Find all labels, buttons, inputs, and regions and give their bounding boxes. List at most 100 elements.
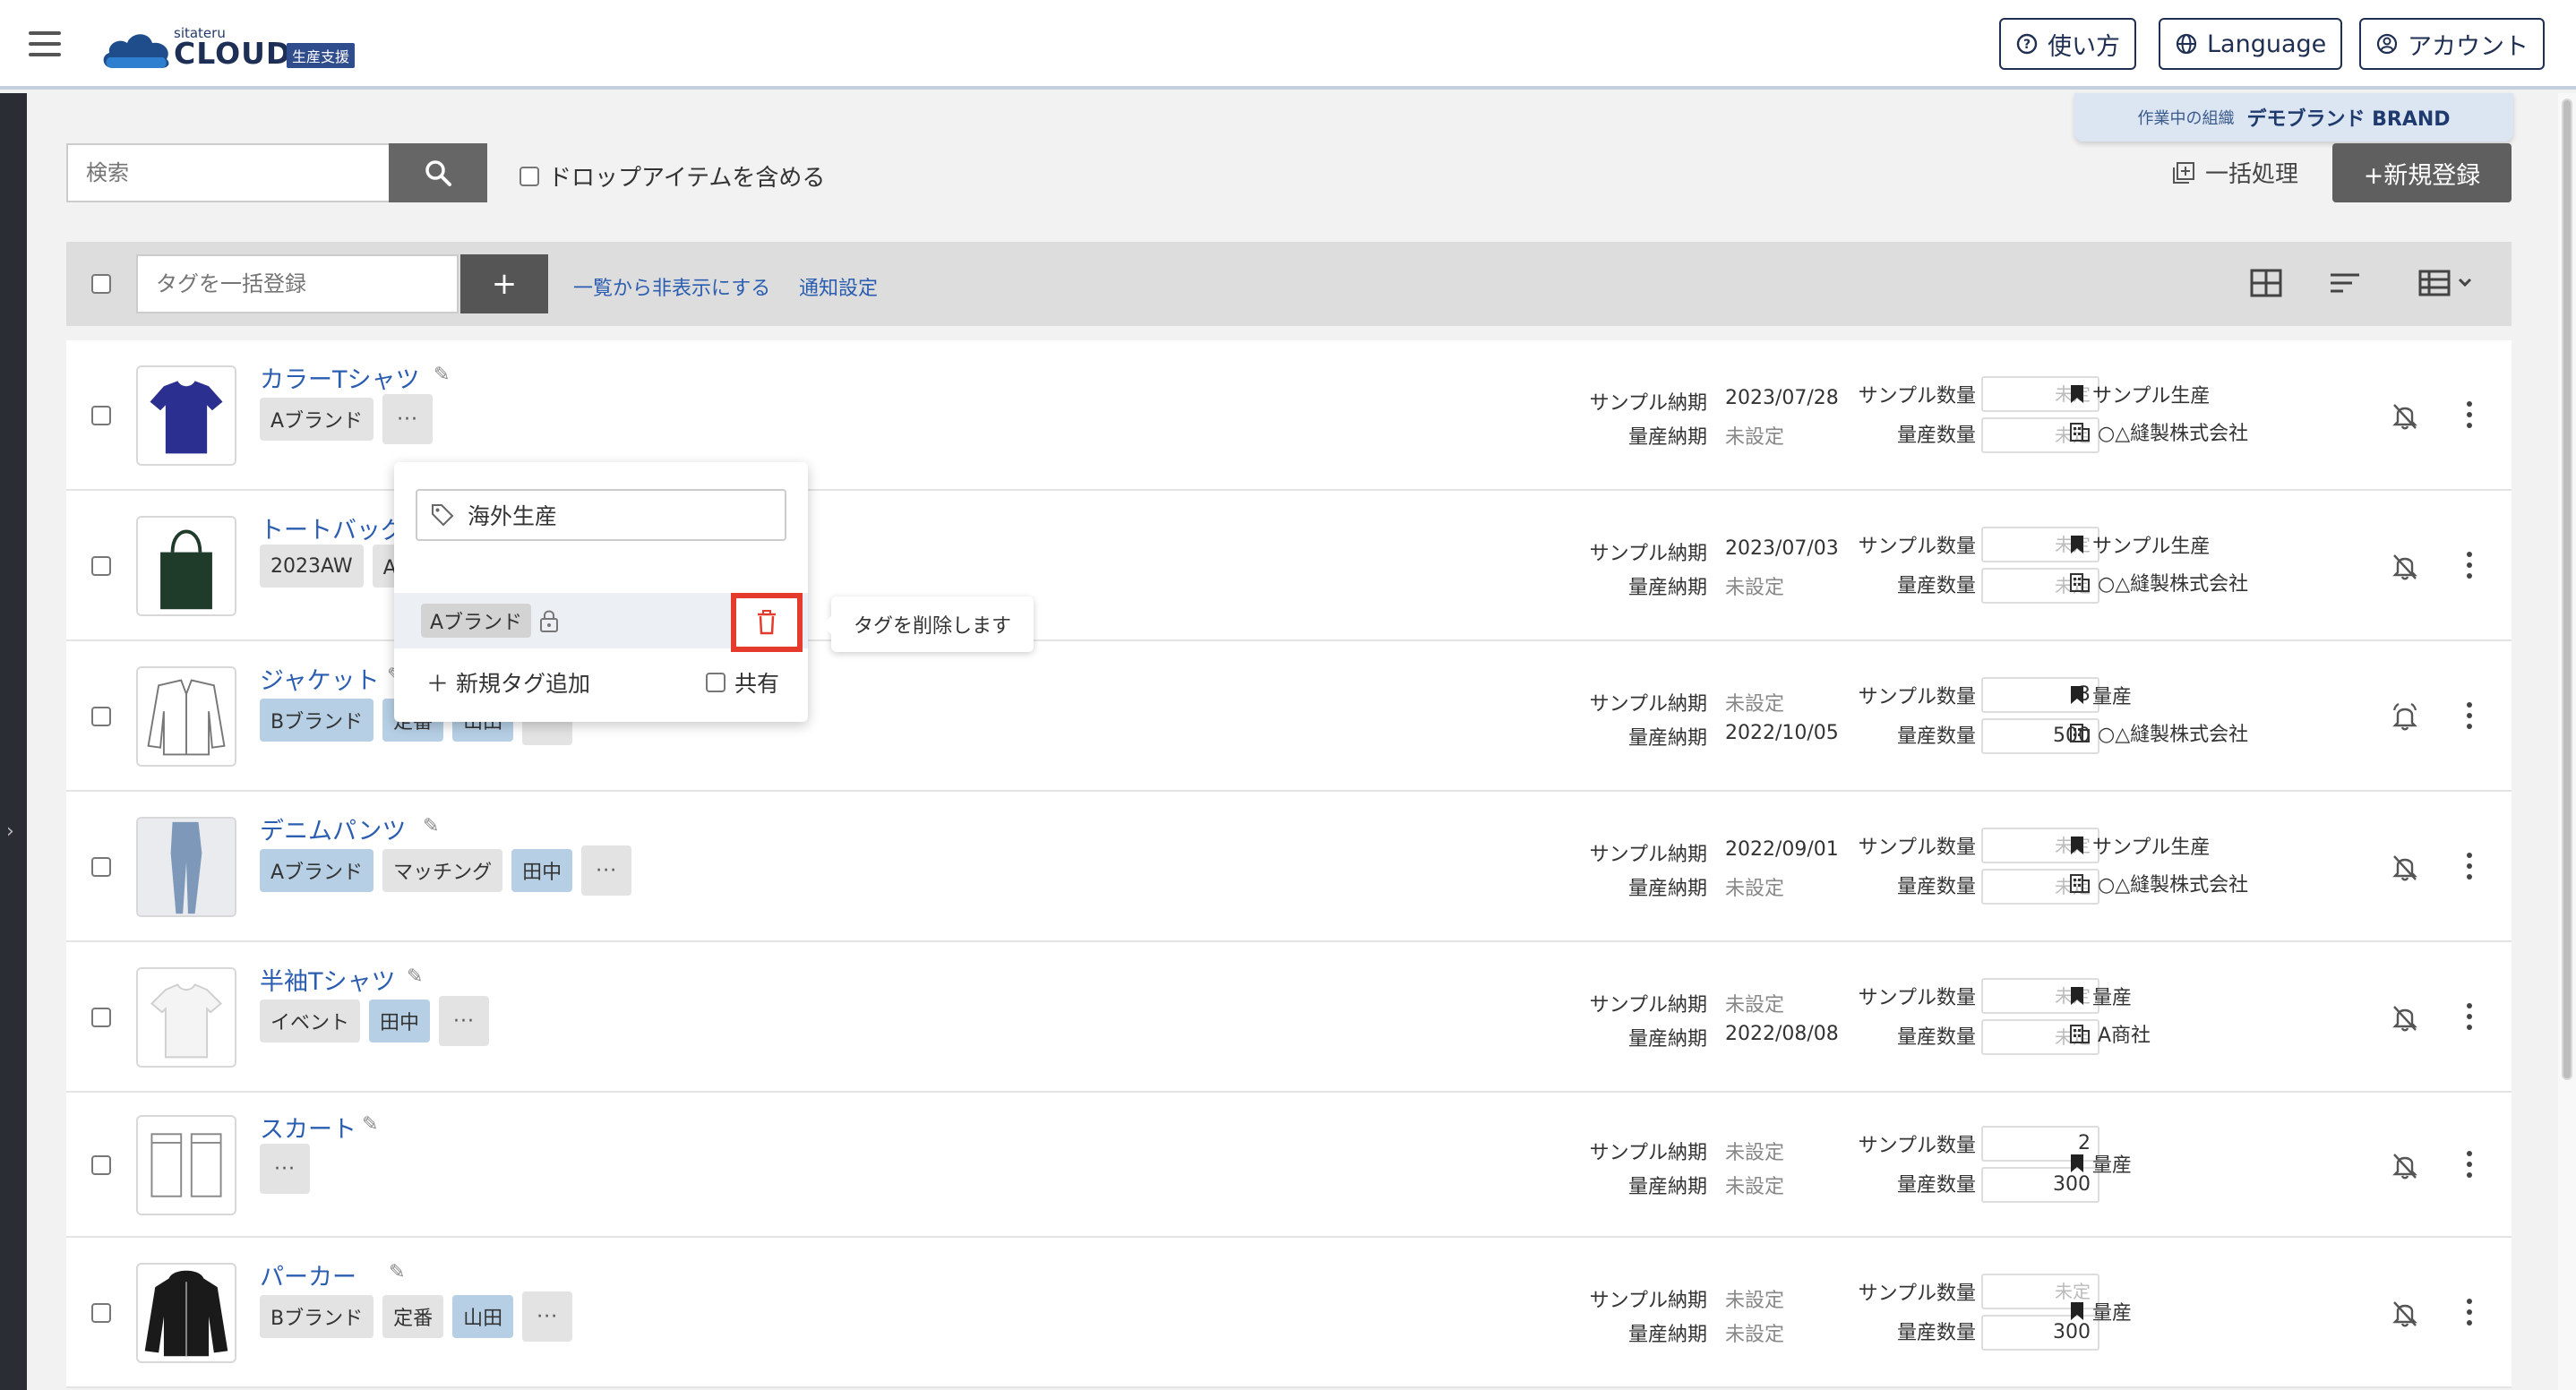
product-name-link[interactable]: トートバッグ — [260, 511, 405, 545]
search-button[interactable] — [389, 143, 487, 202]
mass-due-value: 未設定 — [1725, 878, 1785, 900]
tag-chip[interactable]: 定番 — [382, 1295, 444, 1338]
sort-icon[interactable] — [2327, 265, 2363, 301]
pencil-icon[interactable]: ✎ — [434, 364, 450, 386]
row-checkbox[interactable] — [91, 556, 111, 576]
tag-chip[interactable]: 山田 — [452, 1295, 514, 1338]
more-vertical-icon[interactable] — [2465, 1003, 2474, 1034]
mass-qty-label: 量産数量 — [1896, 575, 1976, 597]
product-thumbnail[interactable] — [136, 666, 236, 767]
product-name-link[interactable]: ジャケット — [260, 661, 380, 696]
pencil-icon[interactable]: ✎ — [389, 1261, 405, 1283]
product-thumbnail[interactable] — [136, 817, 236, 917]
pencil-icon[interactable]: ✎ — [423, 815, 439, 837]
scrollbar[interactable] — [2558, 93, 2576, 1390]
product-name-link[interactable]: スカート — [260, 1110, 356, 1145]
product-thumbnail[interactable] — [136, 1263, 236, 1363]
sample-due-label: サンプル納期 — [1589, 693, 1707, 716]
sample-qty-label: サンプル数量 — [1858, 536, 1976, 558]
product-thumbnail[interactable] — [136, 967, 236, 1068]
pencil-icon[interactable]: ✎ — [362, 1113, 378, 1136]
sample-due-label: サンプル納期 — [1589, 1142, 1707, 1164]
tag-chip[interactable]: 田中 — [369, 1000, 431, 1042]
delete-tag-button[interactable] — [731, 593, 803, 652]
tag-chip[interactable]: 田中 — [511, 849, 573, 892]
tag-chip[interactable]: Aブランド — [260, 398, 374, 441]
tag-more-button[interactable]: ··· — [439, 996, 490, 1046]
bell-off-icon[interactable] — [2390, 1002, 2420, 1033]
tag-more-button[interactable]: ··· — [382, 394, 434, 444]
row-checkbox[interactable] — [91, 707, 111, 726]
pencil-icon[interactable]: ✎ — [407, 965, 423, 988]
app-logo[interactable]: sitateru CLOUD 生産支援 — [100, 20, 387, 73]
product-name-link[interactable]: パーカー — [260, 1257, 356, 1292]
row-checkbox[interactable] — [91, 1303, 111, 1323]
bulk-tag-input[interactable] — [136, 254, 459, 313]
bell-off-icon[interactable] — [2390, 400, 2420, 431]
row-checkbox[interactable] — [91, 1008, 111, 1027]
product-thumbnail[interactable] — [136, 365, 236, 466]
more-vertical-icon[interactable] — [2465, 1299, 2474, 1329]
search-input[interactable] — [66, 143, 391, 202]
org-name: デモブランド BRAND — [2246, 108, 2451, 131]
row-checkbox[interactable] — [91, 857, 111, 877]
tag-option-row[interactable]: Aブランド — [394, 593, 808, 652]
more-vertical-icon[interactable] — [2465, 702, 2474, 733]
share-check[interactable] — [706, 673, 726, 692]
tag-chip[interactable]: Bブランド — [260, 699, 374, 742]
product-thumbnail[interactable] — [136, 516, 236, 616]
bell-off-icon[interactable] — [2390, 1150, 2420, 1180]
help-label: 使い方 — [2048, 32, 2120, 61]
tag-chip[interactable]: 2023AW — [260, 545, 364, 588]
product-row[interactable]: スカート ✎ ··· サンプル納期 未設定 量産納期 未設定 サンプル数量 2 … — [66, 1093, 2512, 1238]
add-new-tag-button[interactable]: ＋ 新規タグ追加 — [426, 666, 590, 699]
notify-settings-link[interactable]: 通知設定 — [799, 272, 878, 301]
include-drop-checkbox[interactable]: ドロップアイテムを含める — [519, 159, 825, 193]
chevron-right-icon[interactable]: › — [6, 820, 14, 843]
product-row[interactable]: パーカー ✎ Bブランド 定番 山田 ··· サンプル納期 未設定 量産納期 未設定 … — [66, 1238, 2512, 1388]
share-checkbox[interactable]: 共有 — [706, 666, 779, 699]
help-button[interactable]: ? 使い方 — [1999, 18, 2136, 70]
row-checkbox[interactable] — [91, 1155, 111, 1175]
account-button[interactable]: アカウント — [2359, 18, 2545, 70]
status-text: 量産 — [2092, 1302, 2133, 1325]
more-vertical-icon[interactable] — [2465, 1151, 2474, 1181]
tag-chip[interactable]: マッチング — [382, 849, 503, 892]
more-vertical-icon[interactable] — [2465, 401, 2474, 432]
product-row[interactable]: 半袖Tシャツ ✎ イベント 田中 ··· サンプル納期 未設定 量産納期 2022/… — [66, 942, 2512, 1093]
tag-list: Aブランド マッチング 田中 ··· — [260, 845, 632, 896]
production-status: 量産 — [2069, 1149, 2132, 1178]
bell-ringing-icon[interactable] — [2390, 701, 2420, 732]
product-row[interactable]: デニムパンツ ✎ Aブランド マッチング 田中 ··· サンプル納期 2022/09/… — [66, 792, 2512, 942]
new-register-button[interactable]: +新規登録 — [2332, 143, 2512, 202]
tag-chip[interactable]: Aブランド — [260, 849, 374, 892]
collapsed-sidebar[interactable]: › — [0, 93, 27, 1390]
bulk-tag-add-button[interactable]: + — [460, 254, 548, 313]
select-all-checkbox[interactable] — [91, 274, 111, 294]
include-drop-check[interactable] — [519, 166, 539, 186]
product-name-link[interactable]: 半袖Tシャツ — [260, 962, 396, 997]
scrollbar-thumb[interactable] — [2562, 99, 2572, 1080]
hide-from-list-link[interactable]: 一覧から非表示にする — [573, 272, 770, 301]
include-drop-label: ドロップアイテムを含める — [548, 165, 826, 192]
tag-more-button[interactable]: ··· — [260, 1144, 310, 1194]
row-checkbox[interactable] — [91, 406, 111, 425]
tag-more-button[interactable]: ··· — [522, 1291, 573, 1342]
bell-off-icon[interactable] — [2390, 852, 2420, 882]
bulk-process-button[interactable]: 一括処理 — [2171, 156, 2298, 189]
tag-chip[interactable]: Bブランド — [260, 1295, 374, 1338]
more-vertical-icon[interactable] — [2465, 552, 2474, 582]
tag-search-input[interactable]: 海外生産 — [416, 489, 786, 541]
product-thumbnail[interactable] — [136, 1115, 236, 1215]
product-name-link[interactable]: カラーTシャツ — [260, 360, 420, 395]
layout-toggle-icon[interactable] — [2248, 265, 2284, 301]
more-vertical-icon[interactable] — [2465, 853, 2474, 883]
tag-chip[interactable]: イベント — [260, 1000, 361, 1042]
tag-more-button[interactable]: ··· — [581, 845, 632, 896]
product-name-link[interactable]: デニムパンツ — [260, 811, 406, 846]
language-button[interactable]: Language — [2159, 18, 2343, 70]
view-mode-dropdown-icon[interactable] — [2418, 265, 2477, 301]
bell-off-icon[interactable] — [2390, 551, 2420, 581]
bell-off-icon[interactable] — [2390, 1298, 2420, 1328]
menu-icon[interactable] — [29, 31, 61, 56]
